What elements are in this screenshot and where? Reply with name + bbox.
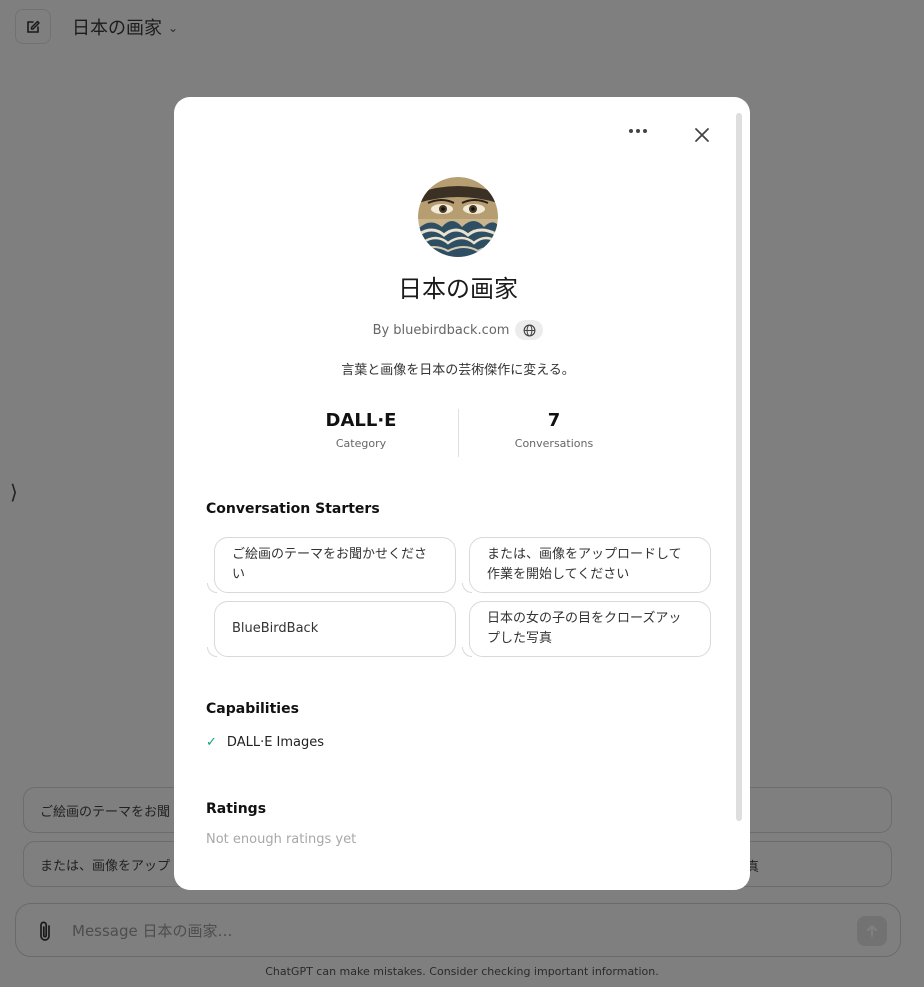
starter-button[interactable]: ご絵画のテーマをお聞かせください xyxy=(214,537,456,593)
close-icon xyxy=(695,128,709,142)
starter-button[interactable]: または、画像をアップロードして作業を開始してください xyxy=(469,537,711,593)
capability-label: DALL·E Images xyxy=(226,735,325,750)
capabilities-heading: Capabilities xyxy=(206,701,299,717)
gpt-avatar xyxy=(418,177,498,257)
website-link[interactable] xyxy=(515,320,544,340)
modal-scrollbar[interactable] xyxy=(736,113,742,821)
starter-tail xyxy=(207,647,217,657)
starter-text: ご絵画のテーマをお聞かせください xyxy=(232,547,428,582)
stat-category: DALL·E Category xyxy=(266,410,456,450)
starter-tail xyxy=(462,583,472,593)
starters-heading: Conversation Starters xyxy=(206,501,380,517)
stat-value: 7 xyxy=(547,410,561,431)
author-text: By bluebirdback.com xyxy=(372,322,510,338)
gpt-name: 日本の画家 xyxy=(398,275,518,303)
starter-button[interactable]: 日本の女の子の目をクローズアップした写真 xyxy=(469,601,711,657)
starter-text: または、画像をアップロードして作業を開始してください xyxy=(487,547,682,582)
check-icon: ✓ xyxy=(206,735,217,750)
capability-item: ✓ DALL·E Images xyxy=(206,735,324,750)
gpt-description: 言葉と画像を日本の芸術傑作に変える。 xyxy=(341,363,575,378)
starter-text: BlueBirdBack xyxy=(232,621,319,636)
stat-conversations: 7 Conversations xyxy=(459,410,649,450)
globe-icon xyxy=(523,324,536,336)
stat-value: DALL·E xyxy=(325,410,397,431)
ratings-empty-text: Not enough ratings yet xyxy=(206,832,357,847)
gpt-info-modal: 日本の画家 By bluebirdback.com 言葉と画像を日本の芸術傑作に… xyxy=(174,97,750,890)
app-root: 日本の画家 ⌄ ⟩ ご絵画のテーマをお聞 または、画像をアップ 真 Messag… xyxy=(0,0,924,987)
ratings-heading: Ratings xyxy=(206,801,267,817)
starter-text: 日本の女の子の目をクローズアップした写真 xyxy=(487,611,682,646)
starter-button[interactable]: BlueBirdBack xyxy=(214,601,456,657)
stat-label: Conversations xyxy=(514,437,594,450)
stat-label: Category xyxy=(335,437,387,450)
starter-tail xyxy=(462,647,472,657)
more-icon xyxy=(629,129,647,133)
close-button[interactable] xyxy=(688,121,716,149)
author-row: By bluebirdback.com xyxy=(174,320,742,340)
more-options-button[interactable] xyxy=(620,119,656,143)
starter-tail xyxy=(207,583,217,593)
